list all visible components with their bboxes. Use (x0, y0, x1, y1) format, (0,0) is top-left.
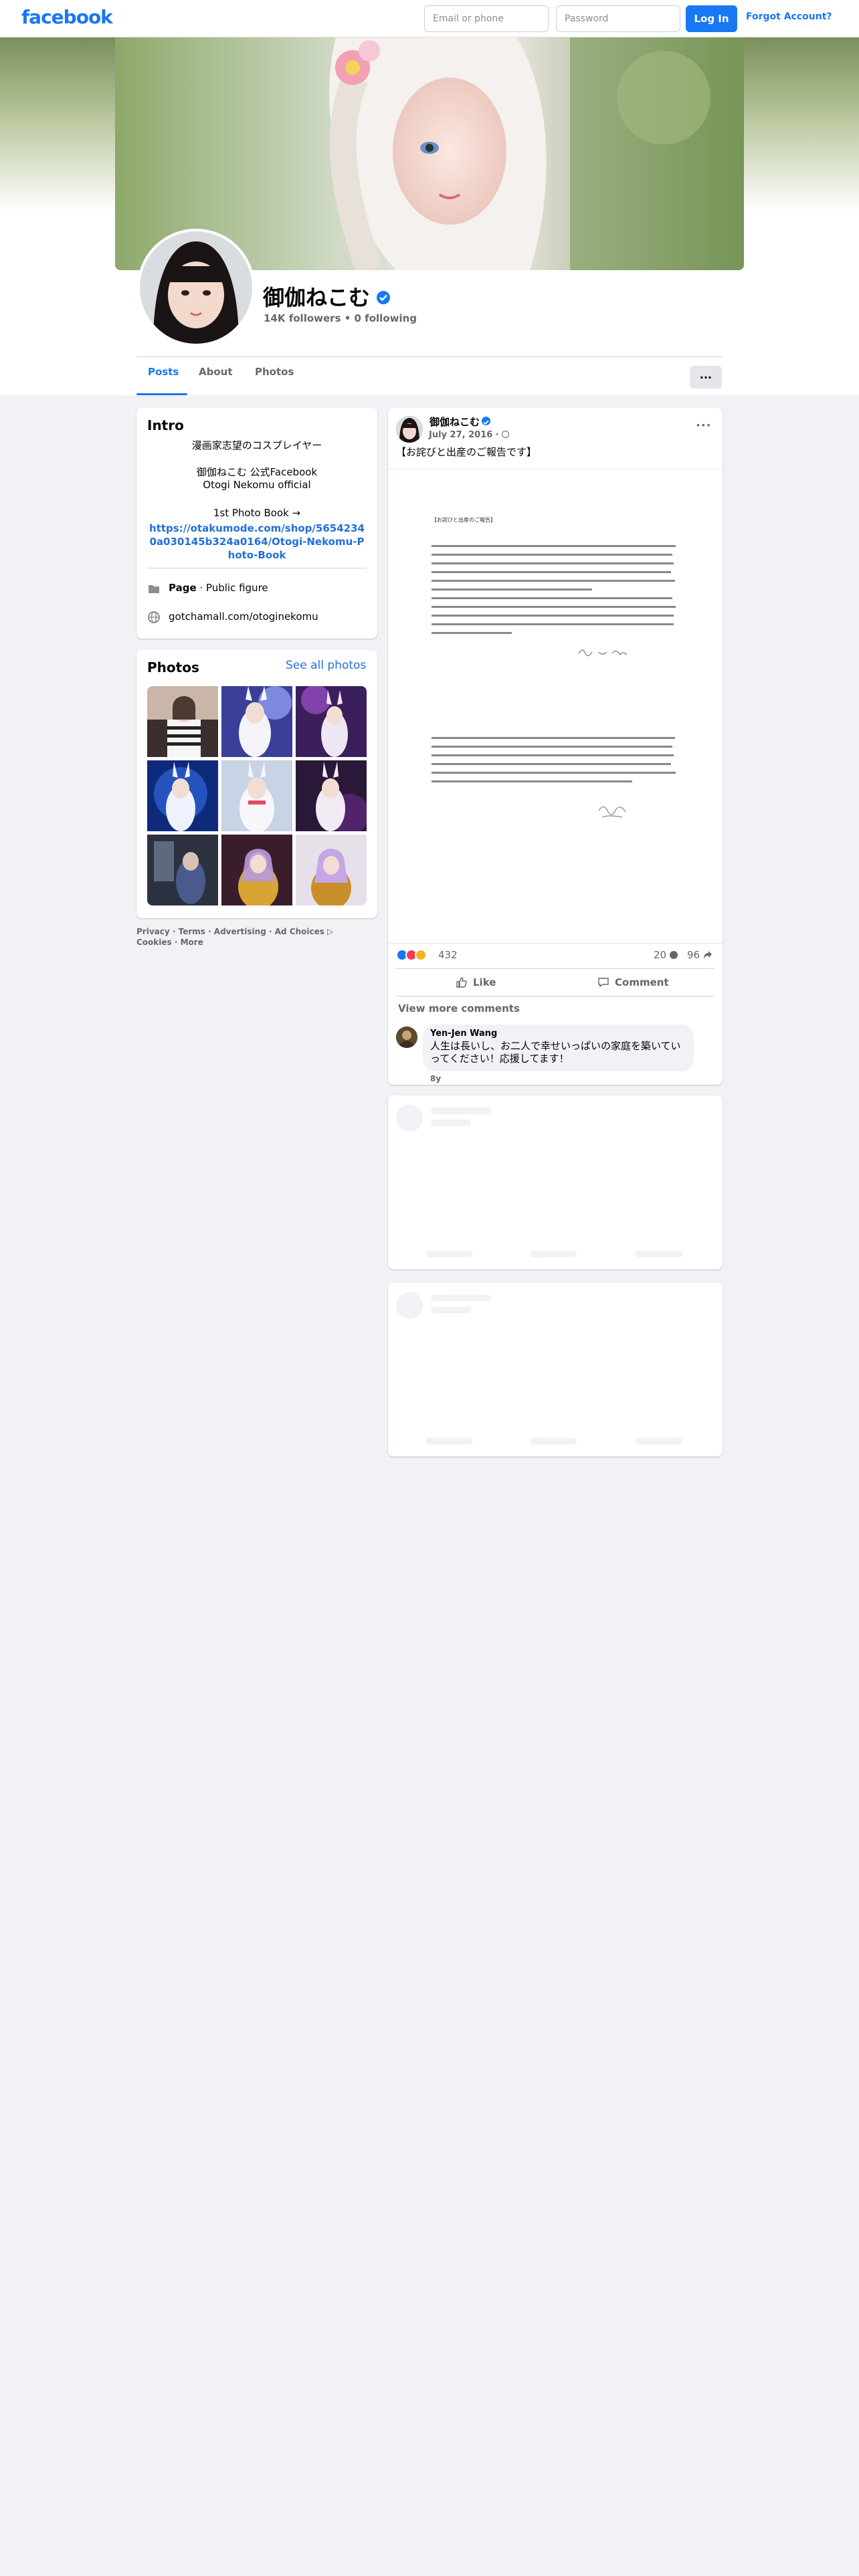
placeholder-avatar (396, 1292, 423, 1319)
intro-bio-line: Otogi Nekomu official (203, 479, 311, 491)
website-link[interactable]: gotchamall.com/otoginekomu (169, 611, 318, 623)
post-author-avatar[interactable] (396, 416, 423, 443)
verified-badge-icon (482, 417, 490, 425)
haha-reaction-icon (415, 949, 427, 961)
reaction-count[interactable]: 432 (438, 949, 458, 961)
photo-thumbnail[interactable] (296, 760, 367, 831)
verified-badge-icon (377, 291, 390, 304)
photo-thumbnail[interactable] (147, 835, 218, 905)
thumbs-up-icon (456, 977, 467, 988)
page-category-value: · Public figure (196, 582, 268, 594)
loading-post-placeholder (388, 1283, 723, 1457)
photo-thumbnail[interactable] (296, 835, 367, 905)
comment-icon (598, 978, 609, 988)
post-image[interactable]: 【お詫びと出産のご報告】 (388, 469, 723, 944)
placeholder-line (431, 1307, 471, 1313)
placeholder-line (425, 1438, 472, 1444)
placeholder-line (425, 1251, 472, 1257)
intro-bio-line: 御伽ねこむ 公式Facebook (196, 466, 318, 478)
password-field[interactable] (556, 5, 680, 32)
photo-thumbnail[interactable] (147, 760, 218, 831)
post-date-text: July 27, 2016 · (429, 430, 502, 440)
photos-title: Photos (147, 659, 199, 675)
footer-links-row[interactable]: Privacy · Terms · Advertising · Ad Choic… (136, 926, 377, 937)
globe-icon (502, 431, 510, 438)
comment-timestamp[interactable]: 8y (430, 1074, 441, 1083)
like-label: Like (473, 976, 496, 988)
photo-thumbnail[interactable] (221, 835, 292, 905)
post-text: 【お詫びと出産のご報告です】 (396, 446, 537, 458)
followers-count[interactable]: 14K followers • 0 following (264, 312, 417, 324)
share-count-value: 96 (687, 949, 700, 961)
login-button[interactable]: Log In (686, 5, 737, 32)
photo-thumbnail[interactable] (147, 686, 218, 757)
placeholder-line (431, 1107, 491, 1114)
placeholder-avatar (396, 1105, 423, 1132)
see-all-photos-link[interactable]: See all photos (286, 659, 366, 672)
tab-posts[interactable]: Posts (148, 366, 179, 378)
facebook-logo[interactable]: facebook (21, 6, 113, 28)
letter-document: 【お詫びと出産のご報告】 (432, 516, 679, 917)
tab-active-indicator (136, 393, 187, 395)
intro-bio-line: 漫画家志望のコスプレイヤー (191, 439, 322, 451)
placeholder-line (636, 1438, 682, 1444)
placeholder-line (431, 1295, 491, 1301)
comment-count-value: 20 (654, 949, 667, 961)
photo-thumbnail[interactable] (221, 686, 292, 757)
letter-body-image (432, 545, 676, 818)
tab-photos[interactable]: Photos (255, 366, 294, 378)
post-timestamp[interactable]: July 27, 2016 · (429, 430, 510, 440)
share-icon (703, 950, 712, 962)
intro-bio-line: 1st Photo Book → (213, 507, 301, 519)
post-author-name[interactable]: 御伽ねこむ (430, 415, 480, 429)
page-category: Page · Public figure (169, 582, 268, 594)
view-more-comments-link[interactable]: View more comments (398, 1002, 520, 1014)
comment-count[interactable]: 20 (654, 949, 678, 961)
tab-about[interactable]: About (199, 366, 233, 378)
category-icon (147, 582, 161, 595)
comment-button[interactable]: Comment (597, 974, 669, 991)
placeholder-line (530, 1251, 577, 1257)
globe-icon (147, 611, 161, 624)
action-divider (396, 968, 714, 969)
more-options-button[interactable]: ··· (690, 366, 722, 389)
post-options-icon[interactable]: ··· (696, 419, 712, 433)
email-field[interactable] (424, 5, 549, 32)
photo-thumbnail[interactable] (221, 760, 292, 831)
comment-bubble-icon (669, 951, 678, 959)
letter-title: 【お詫びと出産のご報告】 (432, 517, 496, 523)
like-button[interactable]: Like (456, 974, 496, 991)
placeholder-line (530, 1438, 577, 1444)
tabs-divider (136, 356, 723, 357)
share-count[interactable]: 96 (687, 949, 712, 962)
profile-avatar[interactable] (137, 229, 255, 346)
comment-text: 人生は長いし、お二人で幸せいっぱいの家庭を築いていってください！応援してます！ (430, 1040, 681, 1065)
placeholder-line (636, 1251, 682, 1257)
footer-links-row[interactable]: Cookies · More (136, 937, 377, 948)
commenter-avatar[interactable] (396, 1027, 417, 1048)
page-title: 御伽ねこむ (263, 285, 371, 310)
forgot-account-link[interactable]: Forgot Account? (746, 11, 832, 22)
comment-label: Comment (615, 976, 669, 988)
comment-author[interactable]: Yen-Jen Wang (430, 1029, 497, 1039)
intro-title: Intro (147, 417, 184, 433)
loading-post-placeholder (388, 1095, 723, 1269)
photo-thumbnail[interactable] (296, 686, 367, 757)
placeholder-line (431, 1119, 471, 1126)
top-navigation-bar: facebook Log In Forgot Account? (0, 0, 859, 37)
photo-book-link[interactable]: https://otakumode.com/shop/56542340a0301… (147, 522, 367, 562)
page-label: Page (169, 582, 197, 594)
footer-links: Privacy · Terms · Advertising · Ad Choic… (136, 926, 377, 948)
